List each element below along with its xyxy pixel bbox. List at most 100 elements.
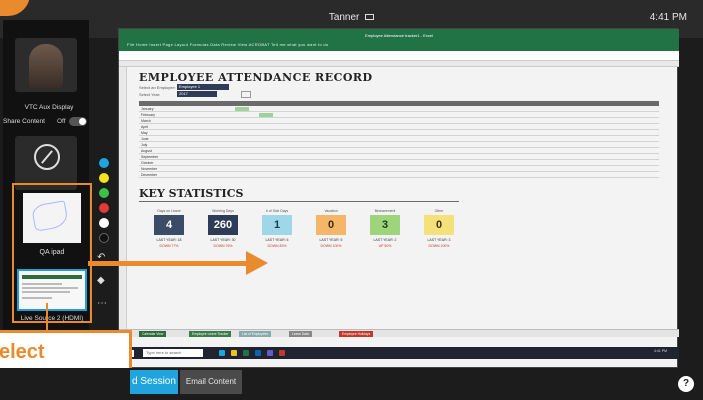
shared-content-view: Employee Attendance tracker1 - Excel Fil…	[118, 28, 679, 368]
acrobat-icon[interactable]	[279, 350, 285, 356]
month-label: June	[141, 137, 149, 141]
live-source-2-tile[interactable]	[17, 269, 87, 311]
select-employee-value: Employee 1	[177, 84, 229, 90]
excel-icon[interactable]	[243, 350, 249, 356]
go-box	[241, 91, 251, 98]
month-label: July	[141, 143, 148, 147]
table-row: July	[139, 143, 659, 148]
share-content-label: Share Content	[3, 118, 45, 125]
excel-ribbon: Employee Attendance tracker1 - Excel Fil…	[119, 29, 679, 51]
stat-change: DOWN 100%	[428, 244, 450, 248]
table-row: February	[139, 113, 659, 118]
annotation-tools: ↶ ◆ ⋯	[95, 100, 115, 340]
arrow-indicator	[88, 261, 250, 266]
color-blue-swatch[interactable]	[99, 158, 109, 168]
stat-card: # of Sick Days 1 LAST YEAR: 6 DOWN 83%	[253, 209, 301, 248]
month-label: January	[141, 107, 154, 111]
source-sidebar: VTC Aux Display Share Content Off Sketch…	[3, 20, 92, 338]
stat-value: 0	[424, 215, 454, 235]
formula-bar	[119, 51, 679, 61]
month-label: August	[141, 149, 152, 153]
stat-card: Days on Leave 4 LAST YEAR: 18 DOWN 77%	[145, 209, 193, 248]
qa-ipad-label: QA ipad	[39, 249, 65, 256]
color-green-swatch[interactable]	[99, 188, 109, 198]
month-label: December	[141, 173, 158, 177]
sketchboard-tile[interactable]	[15, 136, 77, 190]
month-label: February	[141, 113, 156, 117]
explorer-icon[interactable]	[231, 350, 237, 356]
qa-ipad-tile[interactable]	[23, 193, 81, 243]
help-button[interactable]: ?	[678, 376, 694, 392]
clock: 4:41 PM	[649, 12, 687, 23]
sheet-tab[interactable]: Calendar View	[139, 331, 167, 337]
attendance-grid: January February March April May June July Augu…	[139, 101, 659, 181]
table-row: September	[139, 155, 659, 160]
color-yellow-swatch[interactable]	[99, 173, 109, 183]
table-row: January	[139, 107, 659, 112]
email-content-button[interactable]: Email Content	[180, 370, 242, 394]
stat-value: 0	[316, 215, 346, 235]
month-label: November	[141, 167, 158, 171]
stat-card: Bereavement 3 LAST YEAR: 2 UP 50%	[361, 209, 409, 248]
month-label: May	[141, 131, 148, 135]
stat-change: DOWN 83%	[267, 244, 287, 248]
stat-card: Working Days 260 LAST YEAR: 30 DOWN 76%	[199, 209, 247, 248]
sheet-tab[interactable]: Employee Leave Tracker	[189, 331, 232, 337]
stat-value: 3	[370, 215, 400, 235]
edge-icon[interactable]	[219, 350, 225, 356]
month-label: September	[141, 155, 159, 159]
key-statistics-title: KEY STATISTICS	[139, 187, 244, 200]
month-label: March	[141, 119, 151, 123]
stat-value: 1	[262, 215, 292, 235]
stat-last-year: LAST YEAR: 5	[319, 238, 343, 242]
stat-change: DOWN 76%	[213, 244, 233, 248]
outlook-icon[interactable]	[255, 350, 261, 356]
live-source-2-label: Live Source 2 (HDMI)	[20, 315, 84, 322]
table-row: April	[139, 125, 659, 130]
stat-card: Other 0 LAST YEAR: 3 DOWN 100%	[415, 209, 463, 248]
table-row: November	[139, 167, 659, 172]
leave-cell	[259, 113, 273, 117]
eraser-icon[interactable]: ◆	[97, 275, 105, 286]
bottom-bar: d Session Email Content ?	[0, 368, 703, 400]
column-headers	[119, 61, 679, 67]
select-year-label: Select Year:	[139, 92, 161, 97]
teams-icon[interactable]	[267, 350, 273, 356]
color-black-swatch[interactable]	[99, 233, 109, 243]
more-icon[interactable]: ⋯	[97, 298, 107, 309]
excel-menu: File Home Insert Page Layout Formulas Da…	[127, 42, 329, 47]
taskbar-search[interactable]: Type here to search	[143, 349, 203, 357]
stat-change: UP 50%	[378, 244, 392, 248]
vtc-label: VTC Aux Display	[24, 104, 74, 111]
stat-value: 260	[208, 215, 238, 235]
grid-header	[139, 101, 659, 106]
table-row: December	[139, 173, 659, 178]
month-label: April	[141, 125, 149, 129]
excel-window-title: Employee Attendance tracker1 - Excel	[365, 33, 433, 38]
color-white-swatch[interactable]	[99, 218, 109, 228]
stat-change: DOWN 100%	[320, 244, 342, 248]
table-row: October	[139, 161, 659, 166]
sheet-tabs: Calendar View Employee Leave Tracker List …	[119, 329, 679, 337]
callout-line-1: elect	[0, 341, 45, 363]
select-employee-label: Select an Employee:	[139, 85, 176, 90]
stat-last-year: LAST YEAR: 30	[210, 238, 236, 242]
share-content-row: Share Content Off	[3, 116, 95, 128]
person-avatar	[29, 44, 63, 88]
highlight-box: QA ipad Live Source 2 (HDMI)	[12, 183, 92, 323]
end-session-button[interactable]: d Session	[130, 370, 178, 394]
table-row: August	[139, 149, 659, 154]
monitor-icon	[365, 14, 375, 21]
color-red-swatch[interactable]	[99, 203, 109, 213]
sheet-tab[interactable]: List of Employees	[239, 331, 272, 337]
sheet-tab[interactable]: Leave Data	[289, 331, 312, 337]
share-state: Off	[57, 118, 66, 125]
sheet-tab[interactable]: Employee Holidays	[339, 331, 374, 337]
share-content-toggle[interactable]	[69, 117, 87, 126]
stat-last-year: LAST YEAR: 18	[156, 238, 182, 242]
table-row: June	[139, 137, 659, 142]
leave-cell	[235, 107, 249, 111]
stat-card: Vacation 0 LAST YEAR: 5 DOWN 100%	[307, 209, 355, 248]
room-title: Tanner	[0, 12, 703, 23]
vtc-aux-display-tile[interactable]	[15, 38, 77, 92]
